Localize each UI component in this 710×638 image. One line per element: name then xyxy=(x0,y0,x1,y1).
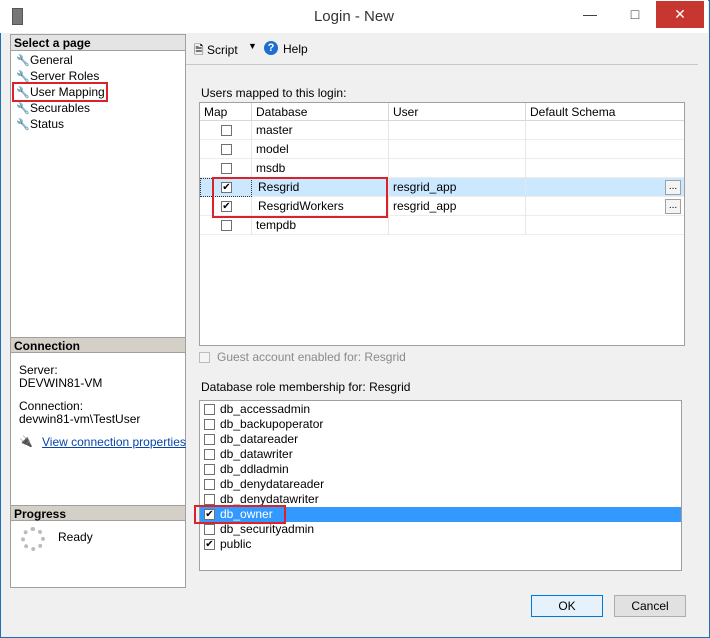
progress-header: Progress xyxy=(11,505,185,521)
database-cell[interactable]: model xyxy=(252,140,389,159)
column-header-map[interactable]: Map xyxy=(200,103,252,121)
wrench-icon: 🔧 xyxy=(16,55,30,67)
mapping-section-label: Users mapped to this login: xyxy=(201,86,347,100)
user-cell[interactable] xyxy=(389,159,526,178)
progress-status: Ready xyxy=(58,530,93,544)
role-section-label: Database role membership for: Resgrid xyxy=(201,380,411,394)
user-cell[interactable]: resgrid_app xyxy=(389,178,526,197)
role-item[interactable]: ✔ public xyxy=(204,537,251,552)
help-button[interactable]: Help xyxy=(283,42,308,56)
main-area: Users mapped to this login: Map Database… xyxy=(186,65,698,586)
map-cell xyxy=(200,140,252,159)
role-item[interactable]: db_backupoperator xyxy=(204,417,323,432)
role-checkbox[interactable]: ✔ xyxy=(204,539,215,551)
page-item-securables[interactable]: 🔧Securables xyxy=(16,100,90,116)
schema-browse-button[interactable]: ... xyxy=(665,180,681,195)
role-checkbox[interactable] xyxy=(204,404,215,416)
close-button[interactable]: ✕ xyxy=(656,1,704,28)
role-checkbox[interactable] xyxy=(204,494,215,506)
minimize-button[interactable]: — xyxy=(567,1,613,28)
page-item-general[interactable]: 🔧General xyxy=(16,52,73,68)
map-checkbox[interactable] xyxy=(221,125,232,136)
role-item[interactable]: db_datawriter xyxy=(204,447,293,462)
role-membership-list: db_accessadmin db_backupoperator db_data… xyxy=(194,400,682,571)
map-cell xyxy=(200,159,252,178)
schema-cell[interactable] xyxy=(526,216,684,235)
select-page-header: Select a page xyxy=(11,35,185,51)
column-header-user[interactable]: User xyxy=(389,103,526,121)
schema-cell[interactable] xyxy=(526,140,684,159)
database-cell[interactable]: msdb xyxy=(252,159,389,178)
role-checkbox[interactable] xyxy=(204,524,215,536)
role-checkbox[interactable] xyxy=(204,464,215,476)
wrench-icon: 🔧 xyxy=(16,103,30,115)
map-checkbox[interactable] xyxy=(221,220,232,231)
user-cell[interactable] xyxy=(389,140,526,159)
schema-cell[interactable] xyxy=(526,159,684,178)
progress-spinner-icon xyxy=(21,527,45,551)
script-icon: 🗎 xyxy=(194,43,204,57)
column-header-default-schema[interactable]: Default Schema xyxy=(526,103,684,121)
role-item[interactable]: db_ddladmin xyxy=(204,462,289,477)
mapped-databases-highlight-box xyxy=(212,177,388,218)
guest-account-label: Guest account enabled for: Resgrid xyxy=(217,350,406,364)
user-cell[interactable] xyxy=(389,121,526,140)
map-checkbox[interactable] xyxy=(221,163,232,174)
map-cell xyxy=(200,216,252,235)
user-mapping-grid: Map Database User Default Schema master … xyxy=(199,102,685,346)
connection-label: Connection: xyxy=(19,399,84,413)
role-item[interactable]: db_securityadmin xyxy=(204,522,314,537)
database-cell[interactable]: tempdb xyxy=(252,216,389,235)
map-cell xyxy=(200,121,252,140)
title-bar: Login - New — □ ✕ xyxy=(0,0,708,33)
schema-cell[interactable] xyxy=(526,197,684,216)
schema-cell[interactable] xyxy=(526,178,684,197)
role-checkbox[interactable] xyxy=(204,434,215,446)
connection-properties-icon: 🔌 xyxy=(19,436,33,448)
user-cell[interactable]: resgrid_app xyxy=(389,197,526,216)
role-checkbox[interactable] xyxy=(204,479,215,491)
page-item-status[interactable]: 🔧Status xyxy=(16,116,64,132)
view-connection-properties-link[interactable]: View connection properties xyxy=(42,435,186,449)
map-checkbox[interactable] xyxy=(221,144,232,155)
column-header-database[interactable]: Database xyxy=(252,103,389,121)
role-checkbox[interactable] xyxy=(204,419,215,431)
script-button[interactable]: 🗎 Script xyxy=(194,41,238,62)
server-label: Server: xyxy=(19,363,58,377)
left-pane: Select a page 🔧General 🔧Server Roles 🔧Us… xyxy=(10,34,186,588)
guest-account-checkbox[interactable] xyxy=(199,352,210,363)
script-dropdown-chevron-icon[interactable]: ▼ xyxy=(248,41,257,51)
db-owner-highlight-box xyxy=(194,505,286,524)
role-item[interactable]: db_accessadmin xyxy=(204,402,310,417)
wrench-icon: 🔧 xyxy=(16,119,30,131)
user-cell[interactable] xyxy=(389,216,526,235)
cancel-button[interactable]: Cancel xyxy=(614,595,686,617)
connection-value: devwin81-vm\TestUser xyxy=(19,412,141,426)
role-item[interactable]: db_datareader xyxy=(204,432,298,447)
server-value: DEVWIN81-VM xyxy=(19,376,103,390)
role-checkbox[interactable] xyxy=(204,449,215,461)
connection-header: Connection xyxy=(11,337,185,353)
maximize-button[interactable]: □ xyxy=(612,1,658,28)
role-item[interactable]: db_denydatareader xyxy=(204,477,324,492)
ok-button[interactable]: OK xyxy=(531,595,603,617)
help-icon[interactable]: ? xyxy=(264,41,278,55)
schema-cell[interactable] xyxy=(526,121,684,140)
schema-browse-button[interactable]: ... xyxy=(665,199,681,214)
toolbar: 🗎 Script ▼ ? Help xyxy=(186,34,698,65)
user-mapping-highlight-box xyxy=(12,82,108,102)
database-cell[interactable]: master xyxy=(252,121,389,140)
